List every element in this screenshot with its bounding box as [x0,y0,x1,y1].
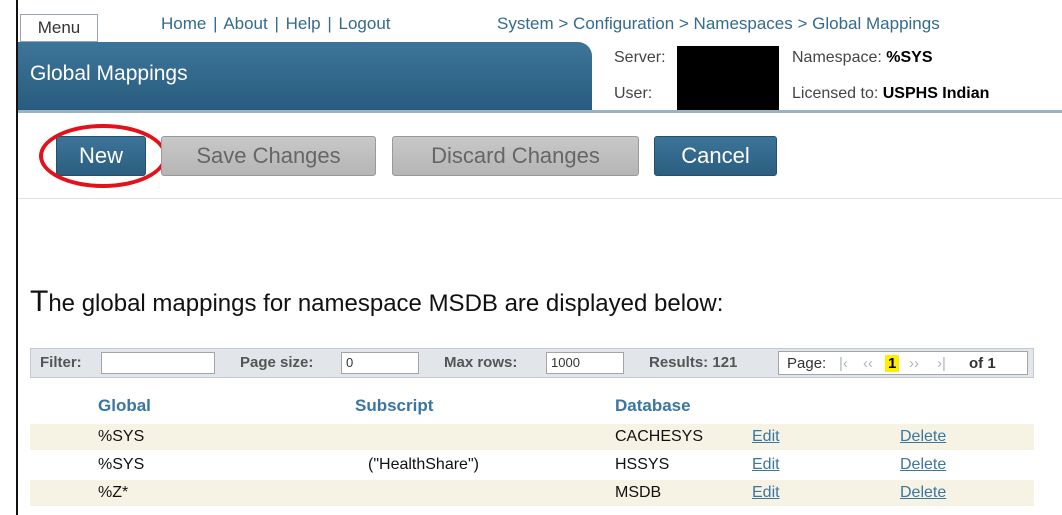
cell-global: %Z* [98,484,129,501]
server-label: Server: [614,49,666,66]
cell-database: HSSYS [615,456,670,473]
edit-link[interactable]: Edit [752,428,780,446]
about-link[interactable]: About [223,14,267,33]
page-size-label: Page size: [240,354,314,371]
link-separator: | [327,14,332,33]
description-initial: T [30,285,49,318]
delete-link[interactable]: Delete [900,456,946,474]
page-title: Global Mappings [30,62,188,85]
licensed-label: Licensed to: [792,85,879,102]
highlight-circle [39,124,167,188]
prev-page-icon[interactable]: ‹‹ [863,355,873,372]
delete-link[interactable]: Delete [900,428,946,446]
cell-global: %SYS [98,456,145,473]
namespace-label: Namespace: [792,49,882,66]
license-info: Licensed to: USPHS Indian [792,85,989,103]
logout-link[interactable]: Logout [339,14,391,33]
user-label: User: [614,85,653,102]
page-count: of 1 [969,355,996,372]
link-separator: | [213,14,218,33]
cell-global: %SYS [98,428,145,445]
cell-database: CACHESYS [615,428,704,445]
page-label: Page: [787,355,827,372]
toolbar-divider [18,198,1062,199]
cell-database: MSDB [615,484,662,501]
licensed-value: USPHS Indian [882,85,990,102]
results-count: Results: 121 [649,354,738,371]
last-page-icon[interactable]: ›| [937,355,946,372]
discard-changes-button[interactable]: Discard Changes [392,136,639,176]
max-rows-label: Max rows: [444,354,518,371]
top-nav-links: Home | About | Help | Logout [161,14,391,34]
namespace-info: Namespace: %SYS [792,49,933,67]
save-changes-button[interactable]: Save Changes [161,136,376,176]
redacted-server-user [677,46,779,110]
home-link[interactable]: Home [161,14,206,33]
table-row: %SYS CACHESYS Edit Delete [30,424,1034,450]
max-rows-input[interactable]: 1000 [546,352,624,374]
table-row: %Z* MSDB Edit Delete [30,480,1034,506]
first-page-icon[interactable]: |‹ [839,355,848,372]
edit-link[interactable]: Edit [752,456,780,474]
cancel-button[interactable]: Cancel [654,136,777,176]
edit-link[interactable]: Edit [752,484,780,502]
table-filter-bar: Filter: Page size: 0 Max rows: 1000 Resu… [30,348,1034,378]
pagination: Page: |‹ ‹‹ 1 ›› ›| of 1 [778,351,1028,375]
next-page-icon[interactable]: ›› [909,355,919,372]
current-page: 1 [885,355,900,372]
header-divider [18,110,1062,113]
namespace-value: %SYS [886,49,933,66]
column-header-database[interactable]: Database [615,396,691,416]
page-description: The global mappings for namespace MSDB a… [30,285,723,319]
column-header-subscript[interactable]: Subscript [355,396,433,416]
help-link[interactable]: Help [286,14,321,33]
description-text: he global mappings for namespace MSDB ar… [48,290,724,317]
page-size-input[interactable]: 0 [341,352,419,374]
filter-label: Filter: [40,354,82,371]
table-row: %SYS ("HealthShare") HSSYS Edit Delete [30,452,1034,478]
breadcrumb[interactable]: System > Configuration > Namespaces > Gl… [497,14,940,34]
delete-link[interactable]: Delete [900,484,946,502]
menu-button[interactable]: Menu [20,14,98,42]
link-separator: | [274,14,279,33]
cell-subscript: ("HealthShare") [368,456,479,473]
column-header-global[interactable]: Global [98,396,151,416]
filter-input[interactable] [101,352,215,374]
